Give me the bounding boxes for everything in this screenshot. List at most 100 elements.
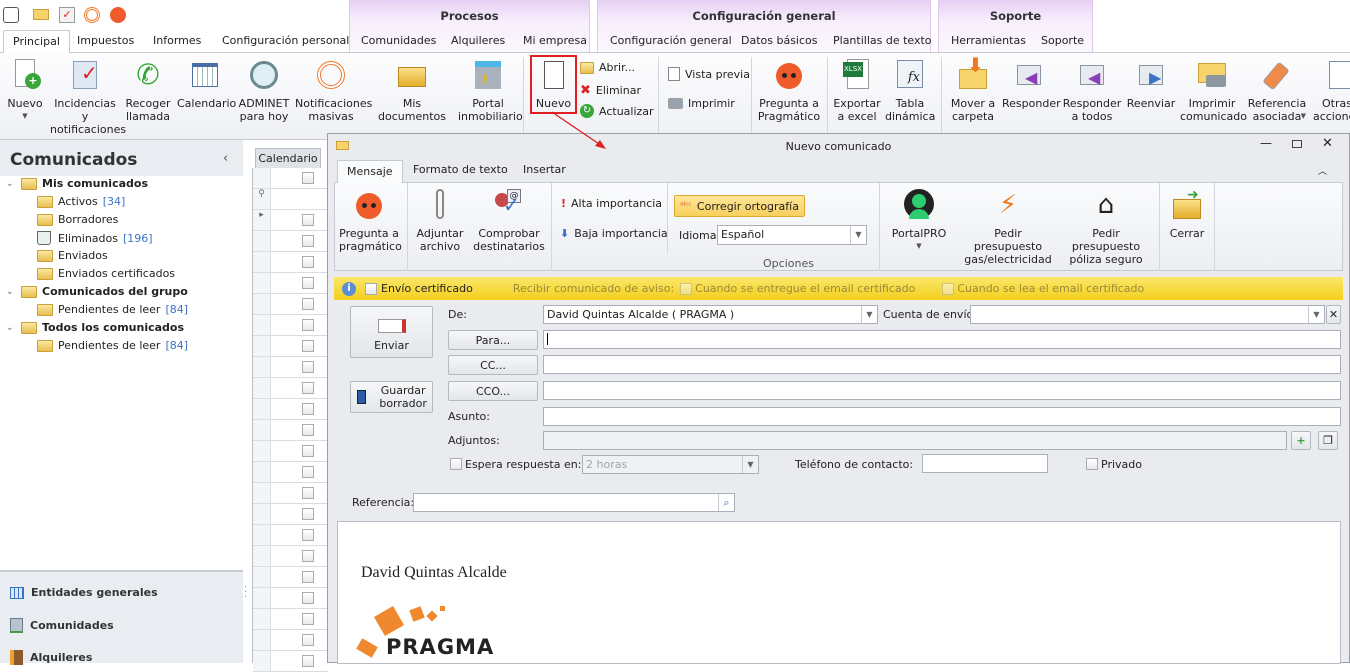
responder-button[interactable]: ◀ Responder [1002, 57, 1061, 110]
cuando-lea-checkbox[interactable] [942, 282, 955, 295]
exportar-excel-button[interactable]: XLSX Exportar a excel [832, 57, 882, 123]
chevron-down-icon[interactable]: ⌄ [6, 287, 16, 297]
cco-input[interactable] [543, 381, 1341, 400]
row-checkbox[interactable] [302, 361, 314, 373]
table-row[interactable] [253, 588, 328, 609]
table-row[interactable] [253, 483, 328, 504]
row-checkbox[interactable] [302, 466, 314, 478]
idioma-select[interactable]: Español ▼ [717, 225, 867, 245]
tab-informes[interactable]: Informes [153, 34, 201, 47]
chevron-down-icon[interactable]: ⌄ [6, 179, 16, 189]
de-select[interactable]: David Quintas Alcalde ( PRAGMA ) ▼ [543, 305, 878, 324]
tab-mi-empresa[interactable]: Mi empresa [523, 34, 587, 47]
portal-inmobiliario-button[interactable]: ⚷ Portal inmobiliario [458, 57, 523, 123]
nuevo-button[interactable]: + Nuevo ▼ [3, 57, 47, 123]
message-body-editor[interactable]: David Quintas Alcalde PRAGMA [337, 521, 1341, 664]
corregir-ortografia-button[interactable]: ᵃᵇᶜ Corregir ortografía [674, 195, 805, 217]
envio-certificado-checkbox[interactable] [365, 282, 377, 295]
row-checkbox[interactable] [302, 235, 314, 247]
tree-item-comunicados-grupo[interactable]: ⌄ Comunicados del grupo [6, 285, 188, 298]
tab-configuracion-general[interactable]: Configuración general [610, 34, 732, 47]
vista-previa-button[interactable]: Vista previa [668, 67, 750, 81]
row-checkbox[interactable] [302, 550, 314, 562]
tree-item-enviados-certificados[interactable]: Enviados certificados [37, 267, 175, 280]
table-row[interactable] [253, 651, 328, 672]
row-checkbox[interactable] [302, 214, 314, 226]
table-row[interactable] [253, 420, 328, 441]
alta-importancia-button[interactable]: ! Alta importancia [561, 197, 662, 210]
maximize-button[interactable] [1292, 140, 1302, 148]
cco-button[interactable]: CCO... [448, 381, 538, 401]
table-row[interactable] [253, 357, 328, 378]
reenviar-button[interactable]: ▶ Reenviar [1125, 57, 1177, 110]
mover-carpeta-button[interactable]: ⬇ Mover a carpeta [946, 55, 1000, 123]
row-checkbox[interactable] [302, 508, 314, 520]
para-input[interactable] [543, 330, 1341, 349]
add-attachment-button[interactable]: + [1291, 431, 1311, 450]
row-checkbox[interactable] [302, 655, 314, 667]
tasks-icon[interactable]: ✓ [59, 7, 75, 23]
row-checkbox[interactable] [302, 571, 314, 583]
mis-documentos-button[interactable]: Mis documentos [372, 57, 452, 123]
tree-item-pendientes-grupo[interactable]: Pendientes de leer [84] [37, 303, 188, 316]
tab-configuracion-personal[interactable]: Configuración personal [222, 34, 349, 47]
abrir-button[interactable]: Abrir... [580, 61, 635, 74]
enviar-button[interactable]: Enviar [350, 306, 433, 358]
app-icon[interactable] [3, 7, 19, 23]
clear-cuenta-button[interactable]: ✕ [1326, 305, 1341, 324]
search-icon[interactable]: ⌕ [718, 494, 734, 511]
table-row[interactable] [253, 399, 328, 420]
baja-importancia-button[interactable]: ⬇ Baja importancia [560, 227, 668, 240]
notificaciones-masivas-button[interactable]: Notificaciones masivas [295, 57, 372, 123]
nuevo-comunicado-button[interactable]: Nuevo [530, 55, 577, 114]
tab-herramientas[interactable]: Herramientas [951, 34, 1026, 47]
mail-icon[interactable] [33, 9, 49, 20]
cc-input[interactable] [543, 355, 1341, 374]
table-row[interactable] [253, 231, 328, 252]
grid-filter-row[interactable]: ⚲ [253, 189, 328, 210]
table-row[interactable] [253, 441, 328, 462]
tree-item-eliminados[interactable]: Eliminados [196] [37, 231, 153, 245]
table-row[interactable] [253, 546, 328, 567]
eliminar-button[interactable]: ✖ Eliminar [580, 83, 641, 98]
nav-entidades-generales[interactable]: Entidades generales [10, 586, 158, 599]
tree-item-borradores[interactable]: Borradores [37, 213, 118, 226]
cuando-entregue-checkbox[interactable] [680, 282, 693, 295]
row-checkbox[interactable] [302, 298, 314, 310]
presupuesto-gas-button[interactable]: ⚡ Pedir presupuesto gas/electricidad [960, 187, 1056, 266]
close-button[interactable]: ✕ [1322, 136, 1333, 151]
row-checkbox[interactable] [302, 277, 314, 289]
otras-acciones-button[interactable]: Otras acciones [1312, 57, 1350, 123]
privado-checkbox[interactable] [1086, 458, 1098, 470]
row-checkbox[interactable] [302, 340, 314, 352]
referencia-asociada-button[interactable]: Referencia asociada ▼ [1246, 57, 1308, 123]
tree-item-mis-comunicados[interactable]: ⌄ Mis comunicados [6, 177, 148, 190]
calendario-button[interactable]: Calendario [177, 57, 236, 110]
portalpro-button[interactable]: PortalPRO ▼ [891, 187, 947, 253]
chevron-down-icon[interactable]: ▼ [850, 226, 866, 244]
table-row[interactable] [253, 336, 328, 357]
dialog-tab-insertar[interactable]: Insertar [523, 163, 566, 176]
table-row[interactable] [253, 273, 328, 294]
row-checkbox[interactable] [302, 403, 314, 415]
imprimir-button[interactable]: Imprimir [668, 97, 735, 110]
dialog-tab-mensaje[interactable]: Mensaje [337, 160, 403, 183]
table-row[interactable] [253, 609, 328, 630]
recoger-llamada-button[interactable]: ✆ Recoger llamada [124, 57, 172, 124]
responder-todos-button[interactable]: ◀ Responder a todos [1062, 57, 1122, 123]
table-row[interactable]: ▸ [253, 210, 328, 231]
dialog-tab-formato[interactable]: Formato de texto [413, 163, 508, 176]
espera-respuesta-select[interactable]: 2 horas ▼ [582, 455, 759, 474]
tab-impuestos[interactable]: Impuestos [77, 34, 134, 47]
adjuntar-archivo-button[interactable]: Adjuntar archivo [416, 187, 464, 253]
table-row[interactable] [253, 294, 328, 315]
tab-comunidades[interactable]: Comunidades [361, 34, 436, 47]
nav-comunidades[interactable]: Comunidades [10, 618, 114, 633]
cc-button[interactable]: CC... [448, 355, 538, 375]
row-checkbox[interactable] [302, 592, 314, 604]
table-row[interactable] [253, 168, 328, 189]
tab-alquileres[interactable]: Alquileres [451, 34, 505, 47]
row-checkbox[interactable] [302, 319, 314, 331]
minimize-button[interactable]: — [1260, 136, 1272, 150]
comprobar-destinatarios-button[interactable]: @ ✓ Comprobar destinatarios [473, 187, 545, 253]
